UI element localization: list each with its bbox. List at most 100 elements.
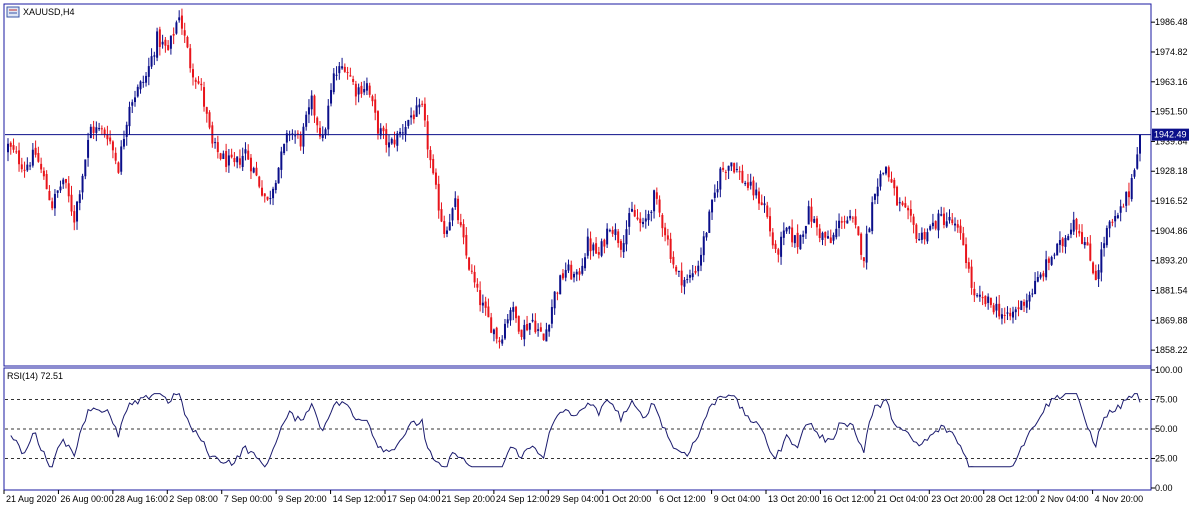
candle-body [111, 141, 114, 151]
price-tick-label: 1986.48 [1155, 17, 1188, 27]
candle-body [791, 227, 794, 243]
candle-body [70, 194, 73, 212]
time-tick-label: 17 Sep 04:00 [387, 494, 441, 504]
candle-body [744, 182, 747, 185]
candle-body [578, 271, 581, 275]
candle-body [509, 310, 512, 321]
candle-body [263, 193, 266, 197]
candle-body [1105, 228, 1108, 246]
candle-body [702, 236, 705, 256]
candle-body [956, 224, 959, 228]
candle-body [205, 107, 208, 114]
candle-body [272, 188, 275, 199]
candle-body [106, 134, 109, 140]
rsi-tick-label: 100.00 [1155, 365, 1183, 375]
candle-body [145, 75, 148, 83]
candle-body [669, 238, 672, 259]
candle-body [1127, 191, 1130, 198]
candle-body [680, 270, 683, 286]
candle-body [1075, 218, 1078, 230]
candle-body [227, 155, 230, 166]
candle-body [1136, 154, 1139, 169]
candle-body [879, 174, 882, 187]
candle-body [283, 144, 286, 154]
candle-body [476, 283, 479, 288]
candle-body [1122, 206, 1125, 208]
candle-body [158, 29, 161, 47]
candle-body [931, 222, 934, 227]
candle-body [255, 167, 258, 176]
candle-body [67, 183, 70, 197]
candle-body [241, 155, 244, 168]
candle-body [995, 303, 998, 311]
candle-body [294, 135, 297, 137]
candle-body [142, 81, 145, 83]
candle-body [76, 201, 79, 222]
candle-body [258, 176, 261, 187]
candle-body [197, 81, 200, 84]
candle-body [896, 186, 899, 206]
candle-body [962, 233, 965, 246]
candle-body [774, 243, 777, 250]
candle-body [393, 139, 396, 145]
candle-body [487, 306, 490, 318]
candle-body [630, 208, 633, 212]
candle-body [349, 75, 352, 77]
rsi-axis: 100.00 75.00 50.00 25.00 0.00 [1151, 365, 1183, 493]
candle-body [920, 232, 923, 240]
candle-body [760, 202, 763, 205]
candle-body [189, 48, 192, 69]
candle-body [1119, 206, 1122, 213]
candle-body [603, 239, 606, 247]
time-tick-label: 29 Sep 04:00 [550, 494, 604, 504]
candle-body [98, 127, 101, 130]
candle-body [481, 302, 484, 306]
price-tick-label: 1881.54 [1155, 286, 1188, 296]
candle-body [595, 243, 598, 254]
candle-body [824, 232, 827, 238]
candle-body [266, 196, 269, 200]
candle-body [978, 294, 981, 297]
candle-body [976, 295, 979, 297]
time-tick-label: 24 Sep 12:00 [496, 494, 550, 504]
candle-body [708, 211, 711, 233]
candle-body [100, 128, 103, 130]
candle-body [835, 228, 838, 238]
candle-body [117, 162, 120, 173]
candle-body [973, 288, 976, 296]
candle-body [423, 103, 426, 121]
candle-body [465, 234, 468, 256]
candle-body [73, 211, 76, 223]
candle-body [445, 230, 448, 234]
candle-body [1103, 243, 1106, 249]
candle-body [746, 182, 749, 188]
candle-body [335, 74, 338, 76]
candle-body [261, 187, 264, 196]
chart-window[interactable]: XAUUSD,H4 RSI(14) 72.51 1986.48 1974.82 19… [0, 0, 1200, 510]
candle-body [934, 221, 937, 229]
candle-body [169, 35, 172, 49]
candle-body [733, 163, 736, 173]
candle-body [838, 220, 841, 229]
candle-body [1078, 230, 1081, 234]
price-tick-label: 1869.88 [1155, 315, 1188, 325]
candle-body [338, 66, 341, 74]
candle-body [622, 243, 625, 253]
price-tick-label: 1916.52 [1155, 196, 1188, 206]
candle-body [1083, 242, 1086, 246]
candle-body [434, 172, 437, 185]
rsi-tick-label: 25.00 [1155, 454, 1178, 464]
candle-body [757, 191, 760, 204]
candle-body [1108, 221, 1111, 229]
candle-body [802, 234, 805, 237]
price-axis: 1986.481974.821963.161951.501939.841928.… [1151, 17, 1188, 355]
candle-body [1031, 293, 1034, 295]
rsi-tick-label: 50.00 [1155, 424, 1178, 434]
candle-body [780, 236, 783, 257]
candle-body [64, 178, 67, 183]
candle-body [661, 215, 664, 229]
chart-canvas[interactable]: XAUUSD,H4 RSI(14) 72.51 1986.48 1974.82 19… [0, 0, 1200, 510]
candle-body [15, 151, 18, 153]
candle-body [172, 33, 175, 36]
candle-body [330, 90, 333, 104]
